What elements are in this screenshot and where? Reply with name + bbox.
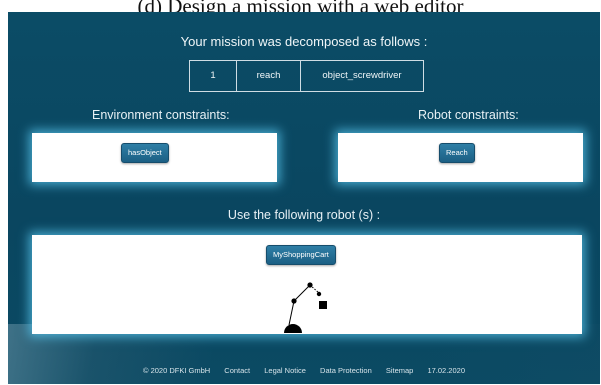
footer-link-sitemap[interactable]: Sitemap: [386, 366, 414, 375]
page-title: Your mission was decomposed as follows :: [180, 34, 428, 49]
environment-constraints-panel[interactable]: hasObject: [32, 133, 277, 182]
footer-link-legal-notice[interactable]: Legal Notice: [264, 366, 306, 375]
my-shopping-cart-button[interactable]: MyShoppingCart: [266, 245, 336, 265]
reach-button[interactable]: Reach: [439, 143, 475, 163]
decomposition-table: 1 reach object_screwdriver: [189, 60, 424, 92]
footer-link-contact[interactable]: Contact: [224, 366, 250, 375]
environment-constraints-label: Environment constraints:: [92, 108, 230, 122]
footer: © 2020 DFKI GmbH Contact Legal Notice Da…: [8, 366, 600, 375]
robot-constraints-label: Robot constraints:: [418, 108, 519, 122]
robot-arm-icon: [284, 282, 327, 333]
robots-label: Use the following robot (s) :: [227, 208, 381, 222]
footer-link-data-protection[interactable]: Data Protection: [320, 366, 372, 375]
footer-date: 17.02.2020: [427, 366, 465, 375]
has-object-button[interactable]: hasObject: [121, 143, 169, 163]
decomposition-step: 1: [190, 61, 237, 91]
mission-editor: Your mission was decomposed as follows :…: [8, 12, 600, 384]
robots-panel[interactable]: MyShoppingCart: [32, 235, 582, 334]
decomposition-object: object_screwdriver: [322, 70, 402, 81]
decomposition-action: reach: [237, 61, 301, 91]
robot-constraints-panel[interactable]: Reach: [338, 133, 583, 182]
footer-copyright: © 2020 DFKI GmbH: [142, 366, 211, 375]
